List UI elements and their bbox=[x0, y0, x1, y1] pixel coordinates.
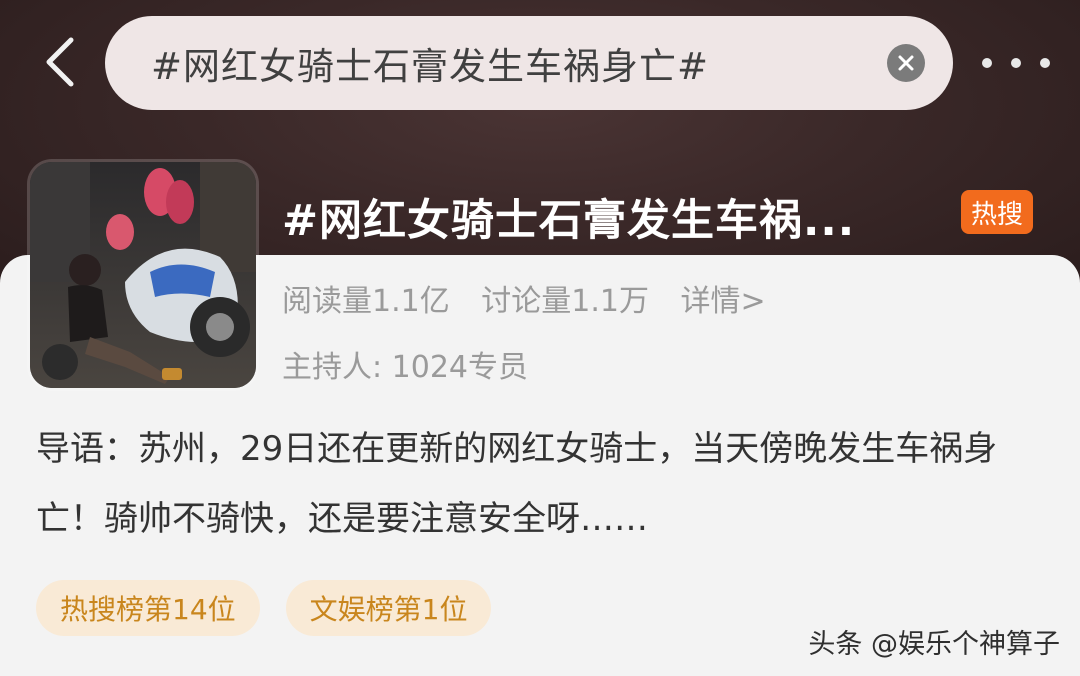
more-dot-icon bbox=[1040, 58, 1050, 68]
clear-search-button[interactable] bbox=[887, 44, 925, 82]
search-query[interactable]: #网红女骑士石膏发生车祸身亡# bbox=[151, 36, 709, 90]
read-count: 阅读量1.1亿 bbox=[282, 284, 450, 319]
topic-host[interactable]: 主持人: 1024专员 bbox=[282, 342, 528, 386]
hot-badge: 热搜 bbox=[961, 190, 1033, 234]
search-bar[interactable]: #网红女骑士石膏发生车祸身亡# bbox=[105, 16, 953, 110]
topic-stats: 阅读量1.1亿 讨论量1.1万 详情> bbox=[282, 276, 766, 320]
chevron-left-icon bbox=[46, 37, 74, 87]
watermark: 头条 @娱乐个神算子 bbox=[808, 629, 1060, 660]
more-dot-icon bbox=[982, 58, 992, 68]
topic-intro: 导语：苏州，29日还在更新的网红女骑士，当天傍晚发生车祸身亡！骑帅不骑快，还是要… bbox=[36, 429, 998, 539]
more-dot-icon bbox=[1011, 58, 1021, 68]
close-icon bbox=[898, 55, 914, 71]
topic-thumbnail[interactable] bbox=[30, 162, 256, 388]
discussion-count: 讨论量1.1万 bbox=[481, 284, 649, 319]
thumbnail-image bbox=[30, 162, 256, 388]
details-link[interactable]: 详情> bbox=[681, 284, 766, 319]
hot-search-rank-tag[interactable]: 热搜榜第14位 bbox=[36, 580, 260, 636]
ranking-tags: 热搜榜第14位 文娱榜第1位 bbox=[36, 580, 517, 636]
back-button[interactable] bbox=[34, 36, 86, 88]
topic-title: #网红女骑士石膏发生车祸... bbox=[282, 196, 856, 246]
entertainment-rank-tag[interactable]: 文娱榜第1位 bbox=[285, 580, 492, 636]
more-options-button[interactable] bbox=[982, 48, 1050, 78]
